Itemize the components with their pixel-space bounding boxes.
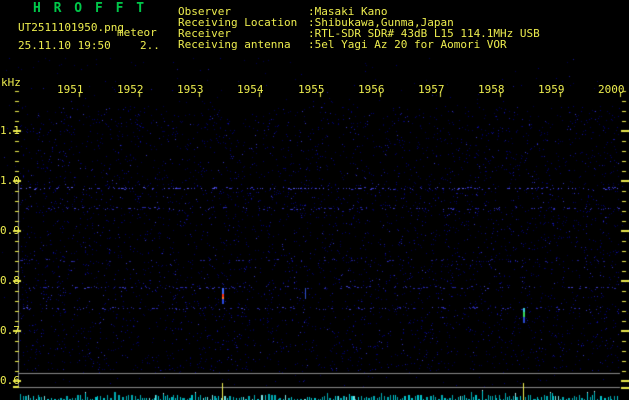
x-tick-label-1951: 1951 (57, 83, 84, 96)
observation-mode-label: meteor (117, 26, 157, 39)
y-tick-label-1.0: 1.0 (0, 174, 20, 187)
datetime-label: 25.11.10 19:50 (18, 39, 111, 52)
y-tick-label-0.9: 0.9 (0, 224, 20, 237)
counter-label: 2.. (140, 39, 160, 52)
spectrogram-canvas (0, 0, 629, 400)
app-title: H R O F F T (33, 1, 147, 16)
x-tick-label-1957: 1957 (418, 83, 445, 96)
hrofft-screen: H R O F F T UT2511101950.png meteor 25.1… (0, 0, 629, 400)
y-axis-unit: kHz (1, 76, 21, 89)
info-value-antenna: :5el Yagi Az 20 for Aomori VOR (308, 38, 507, 51)
x-tick-label-1955: 1955 (298, 83, 325, 96)
x-tick-label-1956: 1956 (358, 83, 385, 96)
y-tick-label-1.1: 1.1 (0, 124, 20, 137)
x-tick-label-2000: 2000 (598, 83, 625, 96)
x-tick-label-1958: 1958 (478, 83, 505, 96)
x-tick-label-1953: 1953 (177, 83, 204, 96)
y-tick-label-0.6: 0.6 (0, 374, 20, 387)
x-tick-label-1959: 1959 (538, 83, 565, 96)
x-tick-label-1954: 1954 (237, 83, 264, 96)
x-tick-label-1952: 1952 (117, 83, 144, 96)
output-filename: UT2511101950.png (18, 21, 124, 34)
y-tick-label-0.8: 0.8 (0, 274, 20, 287)
y-tick-label-0.7: 0.7 (0, 324, 20, 337)
info-label-antenna: Receiving antenna (178, 38, 291, 51)
